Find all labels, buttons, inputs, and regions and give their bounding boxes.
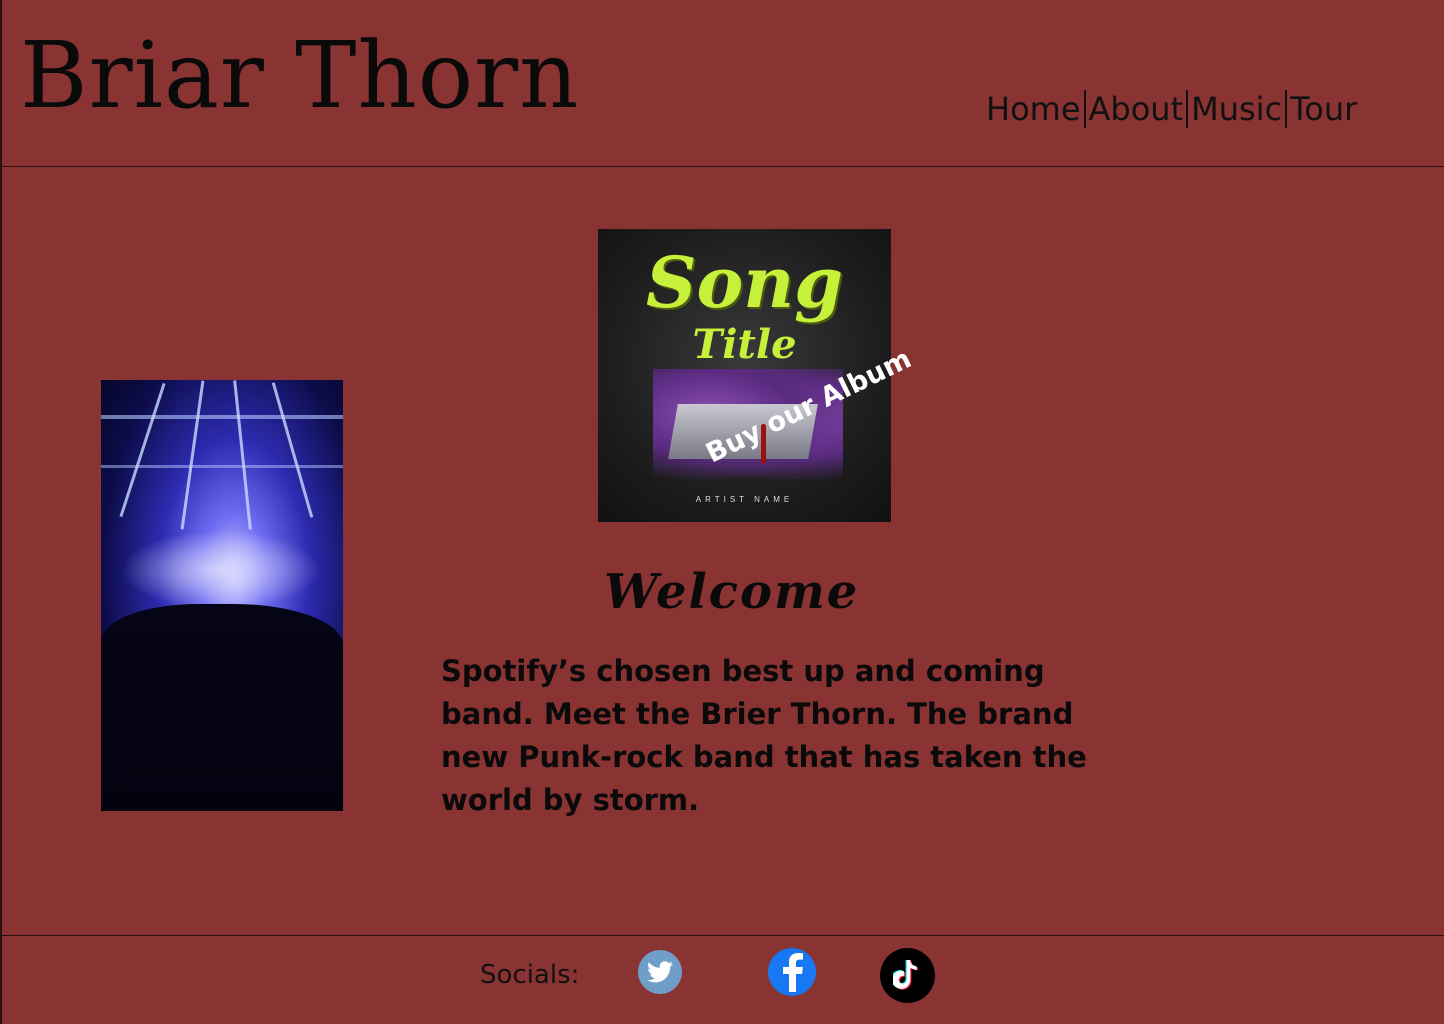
nav-home[interactable]: Home (986, 90, 1081, 128)
band-description: Spotify’s chosen best up and coming band… (441, 654, 1087, 817)
concert-photo (101, 380, 343, 811)
crowd-silhouette (101, 604, 343, 811)
stage-rig (101, 415, 343, 419)
light-beam (180, 380, 205, 530)
nav-divider (1186, 90, 1189, 128)
album-song-title: Song (645, 241, 844, 324)
album-song-subtitle: Title (692, 321, 797, 368)
light-beam (119, 382, 166, 518)
nav-divider (1083, 90, 1086, 128)
socials-label: Socials: (480, 960, 580, 990)
nav-about[interactable]: About (1089, 90, 1184, 128)
site-title: Briar Thorn (20, 22, 580, 129)
twitter-icon[interactable] (638, 950, 682, 994)
light-beam (271, 382, 314, 518)
tiktok-icon[interactable] (880, 948, 935, 1003)
light-beam (233, 380, 252, 530)
welcome-heading: Welcome (604, 564, 860, 620)
album-artist-name: ARTIST NAME (695, 495, 794, 504)
facebook-icon[interactable] (768, 948, 816, 996)
main-nav: Home About Music Tour (986, 90, 1357, 128)
nav-divider (1285, 90, 1288, 128)
stage-haze (121, 530, 321, 610)
nav-tour[interactable]: Tour (1290, 90, 1357, 128)
site-footer: Socials: (0, 935, 1444, 1024)
site-header: Briar Thorn Home About Music Tour (0, 0, 1444, 167)
nav-music[interactable]: Music (1191, 90, 1282, 128)
